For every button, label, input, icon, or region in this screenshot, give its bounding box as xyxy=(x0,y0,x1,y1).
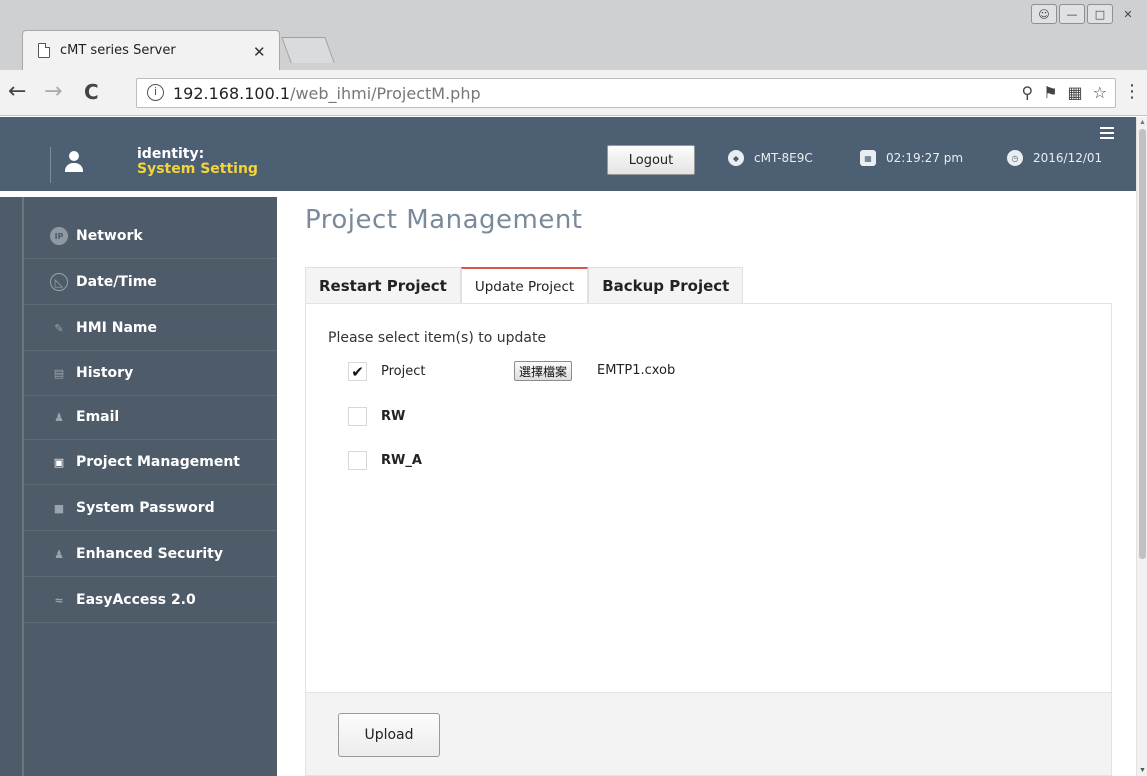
new-tab-button[interactable] xyxy=(281,37,335,63)
project-icon: ▣ xyxy=(53,455,65,469)
browser-tab-content[interactable]: cMT series Server xyxy=(38,32,268,68)
key-icon[interactable]: ⚑ xyxy=(1043,83,1057,102)
page-scrollbar[interactable]: ▲ ▼ xyxy=(1136,117,1147,776)
browser-titlebar: cMT series Server ✕ ☺ — □ ✕ xyxy=(0,0,1147,70)
identity-label: identity: xyxy=(137,146,205,162)
panel-footer: Upload xyxy=(305,693,1112,776)
close-window-icon[interactable]: ✕ xyxy=(1115,4,1141,24)
page-icon xyxy=(38,42,50,58)
time-item: ▦ 02:19:27 pm xyxy=(860,150,963,166)
clock-icon: ◺ xyxy=(50,273,68,291)
date-item: ◷ 2016/12/01 xyxy=(1007,150,1102,166)
address-bar[interactable]: i 192.168.100.1/web_ihmi/ProjectM.php ⚲ … xyxy=(136,78,1116,108)
minimize-icon[interactable]: — xyxy=(1059,4,1085,24)
translate-icon[interactable]: ▦ xyxy=(1068,83,1083,102)
sidebar-item-datetime[interactable]: ◺ Date/Time xyxy=(24,260,277,305)
item-row-rw: RW xyxy=(348,407,405,426)
users-icon: ♟ xyxy=(54,410,64,424)
sidebar-item-label: System Password xyxy=(76,500,215,516)
user-icon xyxy=(64,151,84,173)
instruction-text: Please select item(s) to update xyxy=(328,330,547,346)
selected-file-name: EMTP1.cxob xyxy=(597,363,676,378)
star-icon[interactable]: ☆ xyxy=(1093,83,1107,102)
current-time: 02:19:27 pm xyxy=(886,151,964,165)
forward-icon[interactable]: → xyxy=(44,80,62,104)
file-icon: ▤ xyxy=(53,366,65,380)
browser-toolbar: ← → C i 192.168.100.1/web_ihmi/ProjectM.… xyxy=(0,70,1147,116)
user-icon[interactable]: ☺ xyxy=(1031,4,1057,24)
reload-icon[interactable]: C xyxy=(84,80,99,104)
sidebar-item-history[interactable]: ▤ History xyxy=(24,351,277,396)
identity-block: identity: System Setting xyxy=(137,147,258,177)
current-date: 2016/12/01 xyxy=(1033,151,1103,165)
rw-a-checkbox[interactable] xyxy=(348,451,367,470)
window-controls: ☺ — □ ✕ xyxy=(1031,4,1141,24)
item-row-rw-a: RW_A xyxy=(348,451,422,470)
project-checkbox[interactable]: ✔ xyxy=(348,362,367,381)
item-row-project: ✔ Project xyxy=(348,362,425,381)
scroll-down-icon[interactable]: ▼ xyxy=(1139,767,1146,774)
sidebar-item-label: Email xyxy=(76,409,120,425)
logout-button[interactable]: Logout xyxy=(607,145,695,175)
device-name: cMT-8E9C xyxy=(754,151,813,165)
sidebar-item-label: HMI Name xyxy=(76,320,157,336)
tab-close-icon[interactable]: ✕ xyxy=(253,43,266,61)
scrollbar-thumb[interactable] xyxy=(1139,129,1146,559)
identity-role: System Setting xyxy=(137,161,258,177)
sidebar-item-easyaccess[interactable]: ≈ EasyAccess 2.0 xyxy=(24,578,277,623)
tab-restart-project[interactable]: Restart Project xyxy=(305,267,461,304)
scroll-up-icon[interactable]: ▲ xyxy=(1139,119,1146,126)
choose-file-button[interactable]: 選擇檔案 xyxy=(514,361,573,381)
browser-menu-icon[interactable]: ⋮ xyxy=(1123,82,1141,102)
sidebar-item-label: Enhanced Security xyxy=(76,546,223,562)
clock-icon: ◷ xyxy=(1007,150,1023,166)
sidebar-item-label: Project Management xyxy=(76,454,240,470)
sidebar-item-email[interactable]: ♟ Email xyxy=(24,395,277,440)
pencil-icon: ✎ xyxy=(54,321,64,335)
sidebar-item-label: Date/Time xyxy=(76,274,157,290)
rw-a-label: RW_A xyxy=(381,453,422,468)
sidebar-item-project-management[interactable]: ▣ Project Management xyxy=(24,440,277,485)
sidebar-item-network[interactable]: IP Network xyxy=(24,214,277,259)
security-users-icon: ♟ xyxy=(54,547,64,561)
lock-icon: ■ xyxy=(53,501,65,515)
hamburger-menu-icon[interactable] xyxy=(1100,127,1114,142)
tag-icon: ◆ xyxy=(728,150,744,166)
sidebar-item-label: EasyAccess 2.0 xyxy=(76,592,196,608)
sidebar-item-hmi-name[interactable]: ✎ HMI Name xyxy=(24,306,277,351)
sidebar-item-label: History xyxy=(76,365,134,381)
rw-checkbox[interactable] xyxy=(348,407,367,426)
update-panel: Please select item(s) to update ✔ Projec… xyxy=(305,303,1112,693)
app-header: identity: System Setting Logout ◆ cMT-8E… xyxy=(0,117,1136,191)
sidebar-item-system-password[interactable]: ■ System Password xyxy=(24,486,277,531)
sidebar-item-enhanced-security[interactable]: ♟ Enhanced Security xyxy=(24,532,277,577)
info-icon[interactable]: i xyxy=(147,84,164,101)
web-page: identity: System Setting Logout ◆ cMT-8E… xyxy=(0,117,1136,776)
url-text[interactable]: 192.168.100.1/web_ihmi/ProjectM.php xyxy=(173,84,481,103)
sidebar-item-label: Network xyxy=(76,228,143,244)
device-name-item: ◆ cMT-8E9C xyxy=(728,150,813,166)
tab-backup-project[interactable]: Backup Project xyxy=(588,267,744,304)
browser-tab-title: cMT series Server xyxy=(60,42,176,58)
back-icon[interactable]: ← xyxy=(8,80,26,104)
maximize-icon[interactable]: □ xyxy=(1087,4,1113,24)
project-label: Project xyxy=(381,364,426,379)
rw-label: RW xyxy=(381,409,406,424)
easyaccess-icon: ≈ xyxy=(54,593,64,607)
header-divider xyxy=(50,147,51,183)
ip-icon: IP xyxy=(50,227,68,245)
upload-button[interactable]: Upload xyxy=(338,713,440,757)
calendar-icon: ▦ xyxy=(860,150,876,166)
address-bar-icons: ⚲ ⚑ ▦ ☆ xyxy=(1021,83,1107,102)
zoom-icon[interactable]: ⚲ xyxy=(1021,83,1033,102)
tab-update-project[interactable]: Update Project xyxy=(460,267,589,304)
project-tabs: Restart Project Update Project Backup Pr… xyxy=(305,267,744,304)
page-title: Project Management xyxy=(305,205,583,235)
